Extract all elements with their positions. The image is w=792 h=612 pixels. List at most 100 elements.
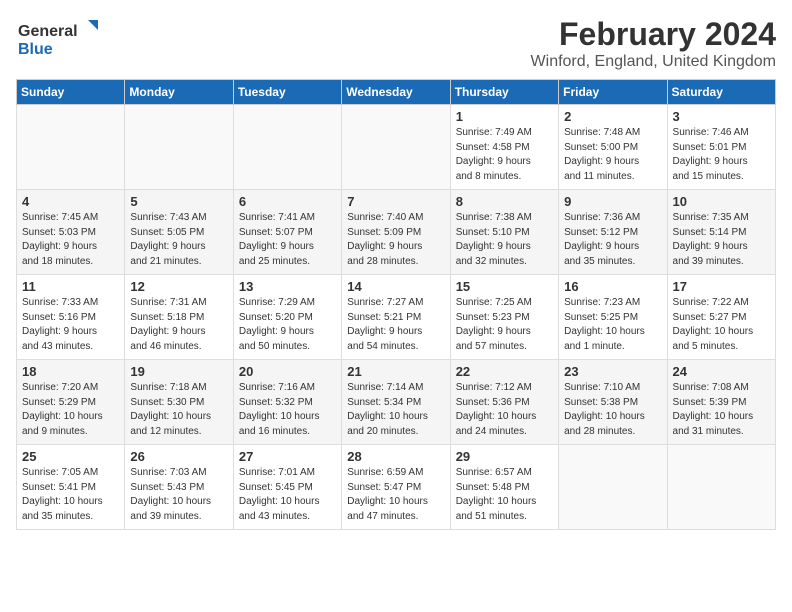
logo-general-text: General Blue: [16, 16, 106, 63]
calendar-cell: 9 Sunrise: 7:36 AM Sunset: 5:12 PM Daylig…: [559, 190, 667, 275]
day-number: 27: [239, 449, 336, 464]
calendar-cell: 13 Sunrise: 7:29 AM Sunset: 5:20 PM Dayli…: [233, 275, 341, 360]
calendar-cell: 6 Sunrise: 7:41 AM Sunset: 5:07 PM Daylig…: [233, 190, 341, 275]
calendar-cell: 21Sunrise: 7:14 AM Sunset: 5:34 PM Dayli…: [342, 360, 450, 445]
calendar-cell: 15 Sunrise: 7:25 AM Sunset: 5:23 PM Dayli…: [450, 275, 558, 360]
calendar-cell: 4 Sunrise: 7:45 AM Sunset: 5:03 PM Daylig…: [17, 190, 125, 275]
day-number: 16: [564, 279, 661, 294]
cell-info: Sunrise: 7:45 AM Sunset: 5:03 PM Dayligh…: [22, 211, 119, 269]
calendar-cell: 10 Sunrise: 7:35 AM Sunset: 5:14 PM Dayli…: [667, 190, 775, 275]
svg-text:Blue: Blue: [18, 41, 53, 58]
day-number: 15: [456, 279, 553, 294]
cell-info: Sunrise: 6:57 AM Sunset: 5:48 PM Dayligh…: [456, 466, 553, 524]
calendar-cell: 18 Sunrise: 7:20 AM Sunset: 5:29 PM Dayli…: [17, 360, 125, 445]
calendar-cell: 12Sunrise: 7:31 AM Sunset: 5:18 PM Dayli…: [125, 275, 233, 360]
month-title: February 2024: [531, 16, 776, 53]
cell-info: Sunrise: 7:29 AM Sunset: 5:20 PM Dayligh…: [239, 296, 336, 354]
day-number: 24: [673, 364, 770, 379]
calendar-cell: [125, 105, 233, 190]
calendar-cell: 20 Sunrise: 7:16 AM Sunset: 5:32 PM Dayli…: [233, 360, 341, 445]
calendar-cell: 19Sunrise: 7:18 AM Sunset: 5:30 PM Dayli…: [125, 360, 233, 445]
col-header-sunday: Sunday: [17, 80, 125, 105]
cell-info: Sunrise: 7:01 AM Sunset: 5:45 PM Dayligh…: [239, 466, 336, 524]
cell-info: Sunrise: 7:36 AM Sunset: 5:12 PM Dayligh…: [564, 211, 661, 269]
day-number: 17: [673, 279, 770, 294]
cell-info: Sunrise: 7:16 AM Sunset: 5:32 PM Dayligh…: [239, 381, 336, 439]
logo: General Blue: [16, 16, 106, 63]
week-row-2: 4 Sunrise: 7:45 AM Sunset: 5:03 PM Daylig…: [17, 190, 776, 275]
day-number: 13: [239, 279, 336, 294]
week-row-3: 11 Sunrise: 7:33 AM Sunset: 5:16 PM Dayli…: [17, 275, 776, 360]
calendar-cell: 23 Sunrise: 7:10 AM Sunset: 5:38 PM Dayli…: [559, 360, 667, 445]
calendar-cell: 25 Sunrise: 7:05 AM Sunset: 5:41 PM Dayli…: [17, 445, 125, 530]
day-number: 6: [239, 194, 336, 209]
calendar-table: SundayMondayTuesdayWednesdayThursdayFrid…: [16, 79, 776, 530]
cell-info: Sunrise: 6:59 AM Sunset: 5:47 PM Dayligh…: [347, 466, 444, 524]
svg-text:General: General: [18, 23, 78, 40]
cell-info: Sunrise: 7:38 AM Sunset: 5:10 PM Dayligh…: [456, 211, 553, 269]
cell-info: Sunrise: 7:22 AM Sunset: 5:27 PM Dayligh…: [673, 296, 770, 354]
col-header-saturday: Saturday: [667, 80, 775, 105]
day-number: 29: [456, 449, 553, 464]
cell-info: Sunrise: 7:25 AM Sunset: 5:23 PM Dayligh…: [456, 296, 553, 354]
calendar-cell: 17 Sunrise: 7:22 AM Sunset: 5:27 PM Dayli…: [667, 275, 775, 360]
day-number: 20: [239, 364, 336, 379]
calendar-cell: [17, 105, 125, 190]
col-header-friday: Friday: [559, 80, 667, 105]
cell-info: Sunrise: 7:49 AM Sunset: 4:58 PM Dayligh…: [456, 126, 553, 184]
cell-info: Sunrise: 7:23 AM Sunset: 5:25 PM Dayligh…: [564, 296, 661, 354]
week-row-1: 1 Sunrise: 7:49 AM Sunset: 4:58 PM Daylig…: [17, 105, 776, 190]
cell-info: Sunrise: 7:05 AM Sunset: 5:41 PM Dayligh…: [22, 466, 119, 524]
cell-info: Sunrise: 7:08 AM Sunset: 5:39 PM Dayligh…: [673, 381, 770, 439]
day-number: 7: [347, 194, 444, 209]
calendar-cell: 16 Sunrise: 7:23 AM Sunset: 5:25 PM Dayli…: [559, 275, 667, 360]
location-subtitle: Winford, England, United Kingdom: [531, 53, 776, 71]
day-number: 26: [130, 449, 227, 464]
col-header-monday: Monday: [125, 80, 233, 105]
day-number: 2: [564, 109, 661, 124]
cell-info: Sunrise: 7:43 AM Sunset: 5:05 PM Dayligh…: [130, 211, 227, 269]
day-number: 1: [456, 109, 553, 124]
calendar-cell: 7Sunrise: 7:40 AM Sunset: 5:09 PM Daylig…: [342, 190, 450, 275]
cell-info: Sunrise: 7:27 AM Sunset: 5:21 PM Dayligh…: [347, 296, 444, 354]
calendar-cell: [667, 445, 775, 530]
calendar-cell: 11 Sunrise: 7:33 AM Sunset: 5:16 PM Dayli…: [17, 275, 125, 360]
day-number: 4: [22, 194, 119, 209]
day-number: 10: [673, 194, 770, 209]
cell-info: Sunrise: 7:10 AM Sunset: 5:38 PM Dayligh…: [564, 381, 661, 439]
calendar-cell: 29 Sunrise: 6:57 AM Sunset: 5:48 PM Dayli…: [450, 445, 558, 530]
title-area: February 2024 Winford, England, United K…: [531, 16, 776, 71]
day-number: 8: [456, 194, 553, 209]
calendar-cell: [233, 105, 341, 190]
col-header-wednesday: Wednesday: [342, 80, 450, 105]
calendar-cell: 24 Sunrise: 7:08 AM Sunset: 5:39 PM Dayli…: [667, 360, 775, 445]
calendar-cell: 1 Sunrise: 7:49 AM Sunset: 4:58 PM Daylig…: [450, 105, 558, 190]
week-row-5: 25 Sunrise: 7:05 AM Sunset: 5:41 PM Dayli…: [17, 445, 776, 530]
day-number: 28: [347, 449, 444, 464]
col-header-tuesday: Tuesday: [233, 80, 341, 105]
calendar-cell: 28 Sunrise: 6:59 AM Sunset: 5:47 PM Dayli…: [342, 445, 450, 530]
cell-info: Sunrise: 7:12 AM Sunset: 5:36 PM Dayligh…: [456, 381, 553, 439]
calendar-cell: 26Sunrise: 7:03 AM Sunset: 5:43 PM Dayli…: [125, 445, 233, 530]
cell-info: Sunrise: 7:20 AM Sunset: 5:29 PM Dayligh…: [22, 381, 119, 439]
day-number: 18: [22, 364, 119, 379]
calendar-cell: 8 Sunrise: 7:38 AM Sunset: 5:10 PM Daylig…: [450, 190, 558, 275]
calendar-cell: [559, 445, 667, 530]
day-number: 22: [456, 364, 553, 379]
cell-info: Sunrise: 7:41 AM Sunset: 5:07 PM Dayligh…: [239, 211, 336, 269]
day-number: 3: [673, 109, 770, 124]
cell-info: Sunrise: 7:35 AM Sunset: 5:14 PM Dayligh…: [673, 211, 770, 269]
day-number: 23: [564, 364, 661, 379]
calendar-cell: 27 Sunrise: 7:01 AM Sunset: 5:45 PM Dayli…: [233, 445, 341, 530]
day-number: 9: [564, 194, 661, 209]
day-number: 11: [22, 279, 119, 294]
calendar-cell: 3Sunrise: 7:46 AM Sunset: 5:01 PM Daylig…: [667, 105, 775, 190]
header-row: SundayMondayTuesdayWednesdayThursdayFrid…: [17, 80, 776, 105]
day-number: 21: [347, 364, 444, 379]
header: General Blue February 2024 Winford, Engl…: [16, 16, 776, 71]
calendar-cell: 14Sunrise: 7:27 AM Sunset: 5:21 PM Dayli…: [342, 275, 450, 360]
day-number: 12: [130, 279, 227, 294]
calendar-cell: 22 Sunrise: 7:12 AM Sunset: 5:36 PM Dayli…: [450, 360, 558, 445]
day-number: 25: [22, 449, 119, 464]
cell-info: Sunrise: 7:33 AM Sunset: 5:16 PM Dayligh…: [22, 296, 119, 354]
